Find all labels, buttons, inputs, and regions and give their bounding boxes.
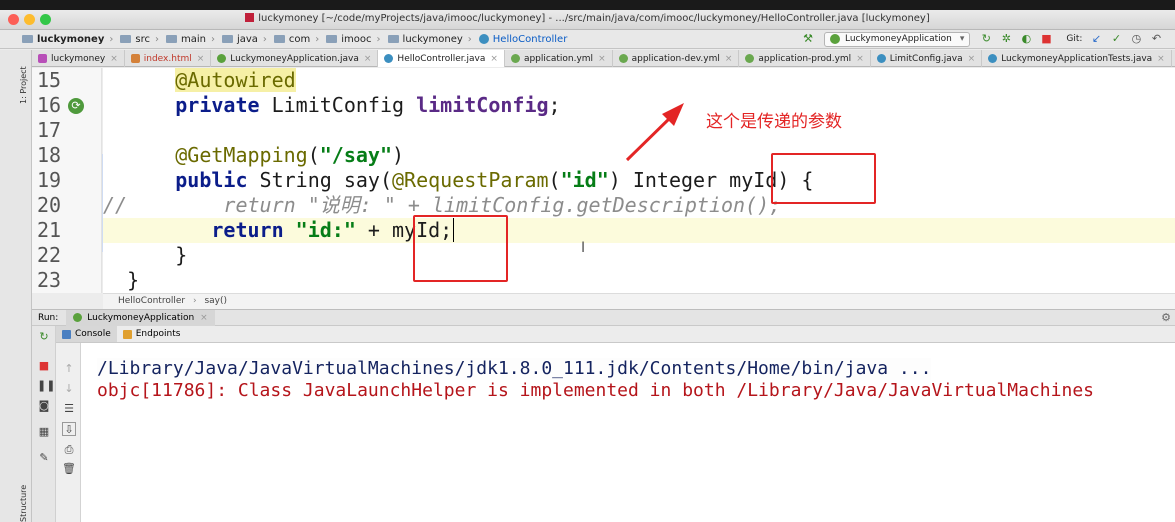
crumb-method[interactable]: say()	[204, 296, 227, 306]
console-line: objc[11786]: Class JavaLaunchHelper is i…	[97, 380, 1094, 401]
pin-icon[interactable]: ✎	[37, 451, 51, 465]
annotation-note: 这个是传递的参数	[706, 112, 842, 132]
chevron-right-icon: ›	[192, 296, 197, 306]
run-toolbar-primary: ↻ ■ ❚❚ ◙ ▦ ✎	[32, 326, 56, 522]
run-toolbar-secondary: ↑ ↓ ☰ ⇩ ⎙ 🗑	[56, 343, 81, 522]
console-output[interactable]: /Library/Java/JavaVirtualMachines/jdk1.8…	[81, 343, 1175, 522]
ide-window: luckymoney [~/code/myProjects/java/imooc…	[0, 10, 1175, 522]
print-icon[interactable]: ⎙	[62, 443, 76, 457]
scroll-to-end-icon[interactable]: ⇩	[62, 422, 76, 436]
console-line: /Library/Java/JavaVirtualMachines/jdk1.8…	[97, 358, 932, 380]
editor-breadcrumb: HelloController › say()	[103, 293, 1175, 309]
layout-icon[interactable]: ▦	[37, 425, 51, 439]
crumb-class[interactable]: HelloController	[118, 296, 185, 306]
run-tab-luckymoneyapplication[interactable]: LuckymoneyApplication ×	[66, 309, 215, 326]
pause-icon[interactable]: ❚❚	[37, 379, 55, 393]
run-subtabs: Console Endpoints	[56, 326, 1175, 343]
arrow-down-icon[interactable]: ↓	[62, 382, 76, 396]
tab-endpoints[interactable]: Endpoints	[117, 326, 187, 342]
camera-icon[interactable]: ◙	[37, 399, 51, 413]
run-panel-header: Run: LuckymoneyApplication × ⚙	[32, 309, 1175, 326]
arrow-up-icon[interactable]: ↑	[62, 362, 76, 376]
run-label: Run:	[38, 312, 59, 323]
console-icon	[62, 329, 71, 339]
spring-icon	[73, 313, 83, 322]
soft-wrap-icon[interactable]: ☰	[62, 402, 76, 416]
close-tab-icon[interactable]: ×	[200, 313, 208, 323]
endpoints-icon	[122, 329, 132, 339]
rerun-icon[interactable]: ↻	[37, 330, 51, 344]
stop-icon[interactable]: ■	[37, 359, 51, 373]
trash-icon[interactable]: 🗑	[62, 462, 76, 476]
gear-icon[interactable]: ⚙	[1161, 311, 1171, 324]
tab-console[interactable]: Console	[56, 326, 117, 342]
